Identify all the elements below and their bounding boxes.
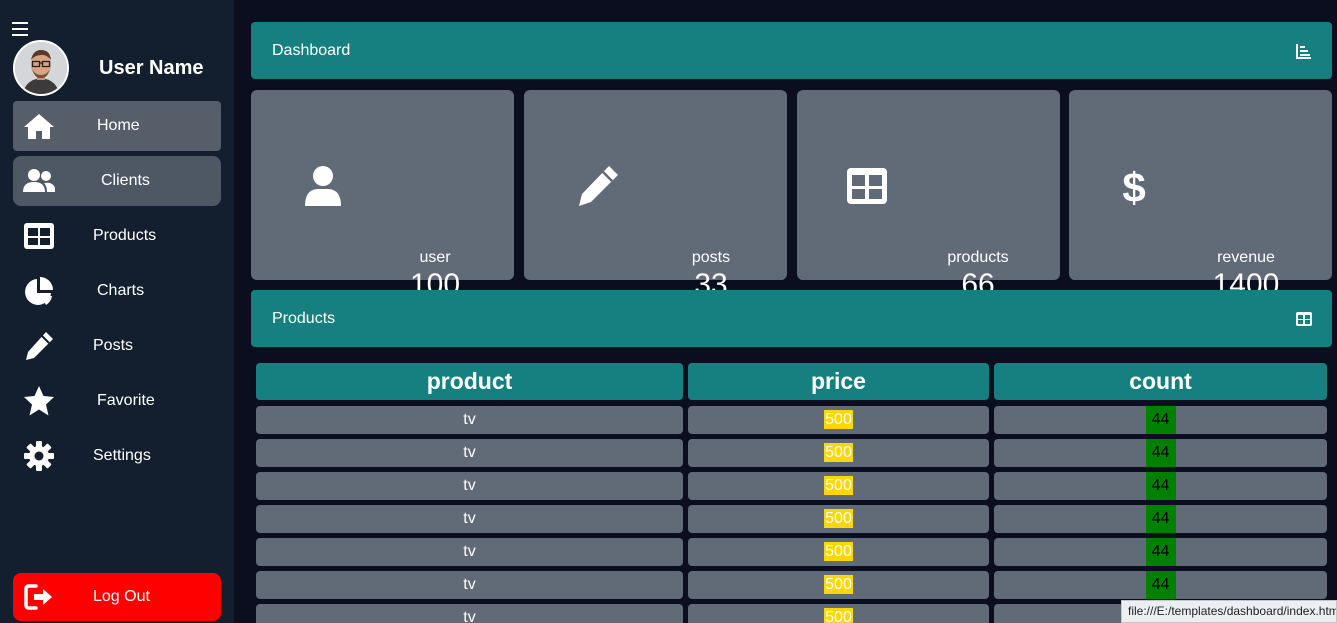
dollar-icon: $: [1122, 164, 1145, 208]
sidebar-item-label: Posts: [93, 337, 134, 354]
stat-card-products: products 66: [797, 90, 1060, 301]
sidebar-item-label: Home: [97, 117, 140, 134]
cell-product: tv: [256, 604, 683, 623]
sidebar-item-posts[interactable]: Posts: [13, 321, 221, 371]
avatar: [13, 40, 69, 96]
column-header-product[interactable]: product: [256, 363, 683, 400]
sidebar-item-label: Charts: [97, 282, 145, 299]
count-badge: 44: [1145, 571, 1176, 599]
cell-price: 500: [688, 406, 989, 434]
cell-price: 500: [688, 439, 989, 467]
cell-count: 44: [994, 406, 1327, 434]
pencil-icon: [26, 332, 53, 360]
price-badge: 500: [824, 476, 853, 495]
products-title: Products: [272, 310, 336, 327]
dashboard-header: Dashboard: [251, 22, 1332, 79]
cell-product: tv: [256, 472, 683, 500]
cell-price: 500: [688, 472, 989, 500]
sidebar: User Name Home Clients Products Charts P…: [0, 0, 234, 623]
count-badge: 44: [1145, 505, 1176, 533]
logout-icon: [24, 584, 52, 610]
chart-bar-icon[interactable]: [1296, 43, 1312, 59]
stat-label: revenue: [1217, 249, 1275, 266]
users-icon: [23, 169, 55, 192]
stat-label: user: [419, 249, 451, 266]
sidebar-item-settings[interactable]: Settings: [13, 431, 221, 481]
cell-price: 500: [688, 538, 989, 566]
dashboard-title: Dashboard: [272, 42, 351, 59]
price-badge: 500: [824, 509, 853, 528]
cell-product: tv: [256, 538, 683, 566]
sidebar-item-favorite[interactable]: Favorite: [13, 376, 221, 426]
sidebar-item-products[interactable]: Products: [13, 211, 221, 261]
column-header-price[interactable]: price: [688, 363, 989, 400]
logout-button[interactable]: Log Out: [13, 573, 221, 621]
count-badge: 44: [1145, 439, 1176, 467]
sidebar-item-label: Settings: [93, 447, 151, 464]
stat-label: products: [947, 249, 1009, 266]
menu-toggle-icon[interactable]: [12, 22, 28, 36]
pie-chart-icon: [25, 277, 53, 305]
count-badge: 44: [1145, 406, 1176, 434]
sidebar-item-label: Products: [93, 227, 157, 244]
cell-count: 44: [994, 538, 1327, 566]
cell-product: tv: [256, 439, 683, 467]
cell-product: tv: [256, 571, 683, 599]
table-icon: [24, 223, 54, 249]
cell-product: tv: [256, 406, 683, 434]
cell-price: 500: [688, 604, 989, 623]
column-header-count[interactable]: count: [994, 363, 1327, 400]
table-icon: [847, 168, 887, 204]
cell-count: 44: [994, 439, 1327, 467]
svg-text:$: $: [1122, 164, 1145, 208]
price-badge: 500: [824, 542, 853, 561]
cell-product: tv: [256, 505, 683, 533]
stat-label: posts: [691, 249, 731, 266]
home-icon: [24, 114, 54, 139]
count-badge: 44: [1145, 538, 1176, 566]
cell-count: 44: [994, 472, 1327, 500]
logout-label: Log Out: [93, 588, 150, 605]
products-header: Products: [251, 290, 1332, 347]
cell-count: 44: [994, 571, 1327, 599]
price-badge: 500: [824, 443, 853, 462]
sidebar-divider: [234, 0, 241, 623]
stat-card-user: user 100: [251, 90, 514, 301]
pencil-icon: [579, 166, 618, 206]
browser-status-url: file:///E:/templates/dashboard/index.htm…: [1121, 600, 1337, 623]
sidebar-item-charts[interactable]: Charts: [13, 266, 221, 316]
stat-card-posts: posts 33: [524, 90, 787, 301]
price-badge: 500: [824, 608, 853, 623]
table-icon[interactable]: [1296, 311, 1312, 327]
user-name: User Name: [99, 57, 204, 79]
sidebar-item-label: Favorite: [97, 392, 155, 409]
sidebar-item-home[interactable]: Home: [13, 101, 221, 151]
stat-card-revenue: $ revenue 1400: [1069, 90, 1332, 301]
gear-icon: [24, 441, 54, 471]
user-icon: [305, 166, 341, 206]
price-badge: 500: [824, 575, 853, 594]
price-badge: 500: [824, 410, 853, 429]
sidebar-item-label: Clients: [101, 172, 150, 189]
cell-price: 500: [688, 571, 989, 599]
cell-price: 500: [688, 505, 989, 533]
sidebar-item-clients[interactable]: Clients: [13, 156, 221, 206]
count-badge: 44: [1145, 472, 1176, 500]
cell-count: 44: [994, 505, 1327, 533]
star-icon: [24, 386, 54, 416]
